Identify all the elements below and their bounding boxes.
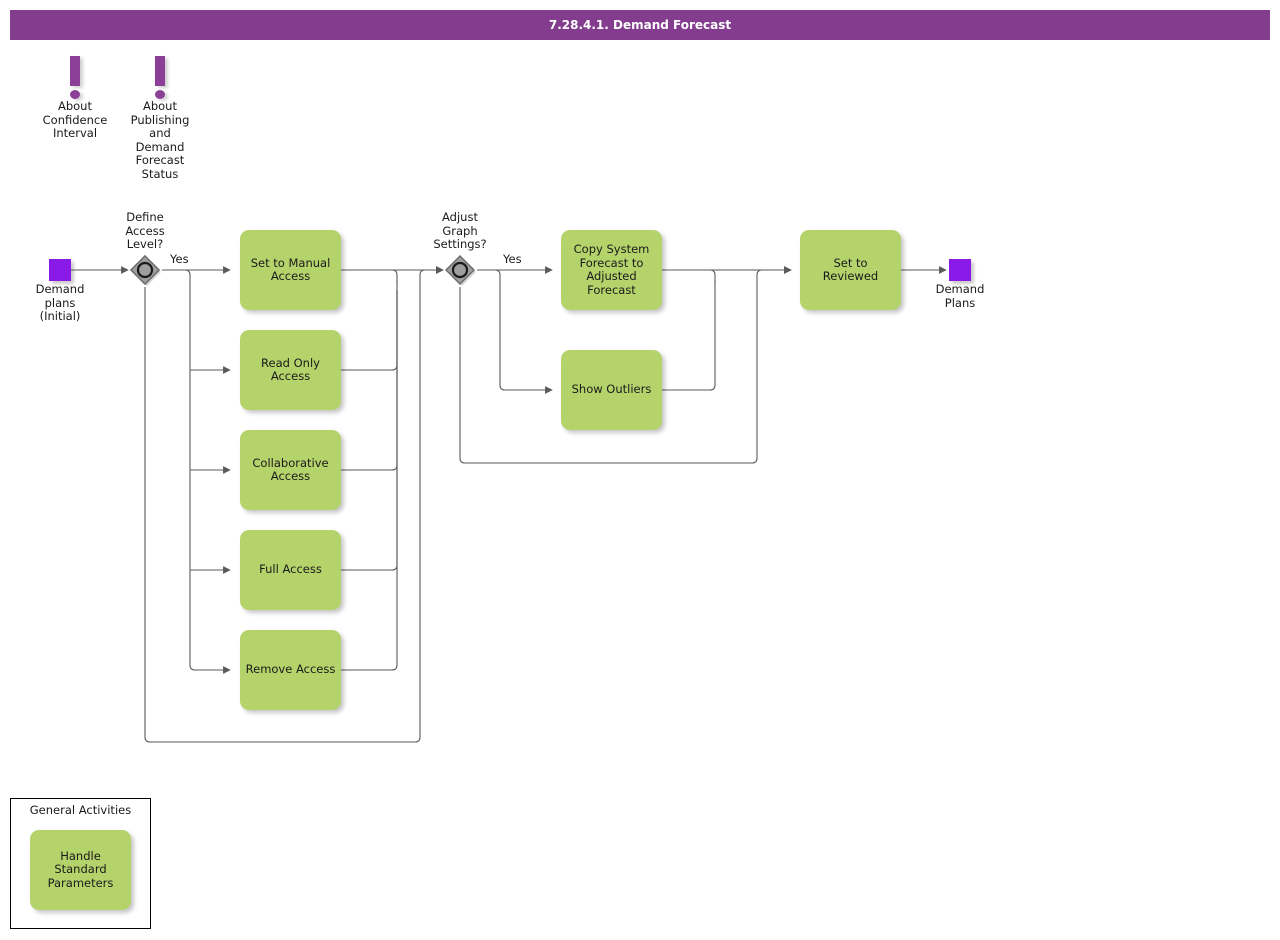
start-event-demand-plans-initial[interactable] [49, 259, 71, 281]
task-set-to-manual-access[interactable]: Set to Manual Access [240, 230, 341, 310]
page-title: 7.28.4.1. Demand Forecast [548, 18, 732, 32]
group-title: General Activities [29, 803, 132, 817]
end-event-label: Demand Plans [935, 282, 985, 310]
task-remove-access[interactable]: Remove Access [240, 630, 341, 710]
page-title-bar: 7.28.4.1. Demand Forecast [10, 10, 1270, 40]
note-about-publishing-status[interactable]: About Publishing and Demand Forecast Sta… [110, 52, 210, 181]
gateway-define-access-level[interactable] [128, 253, 162, 287]
exclamation-dot [70, 90, 80, 99]
gateway-adjust-graph-settings[interactable] [443, 253, 477, 287]
task-copy-system-forecast[interactable]: Copy System Forecast to Adjusted Forecas… [561, 230, 662, 310]
task-handle-standard-parameters[interactable]: Handle Standard Parameters [30, 830, 131, 910]
start-event-label: Demand plans (Initial) [35, 282, 85, 323]
task-show-outliers[interactable]: Show Outliers [561, 350, 662, 430]
task-collaborative-access[interactable]: Collaborative Access [240, 430, 341, 510]
gateway-adjust-graph-settings-label: Adjust Graph Settings? [433, 210, 487, 251]
exclamation-dot [155, 90, 165, 99]
gateway-define-access-level-label: Define Access Level? [125, 210, 165, 251]
diagram-canvas: 7.28.4.1. Demand Forecast About Confiden… [0, 0, 1280, 940]
exclamation-bar [155, 56, 165, 86]
end-event-demand-plans[interactable] [949, 259, 971, 281]
task-full-access[interactable]: Full Access [240, 530, 341, 610]
exclamation-bar [70, 56, 80, 86]
flow-label-yes-define-access: Yes [170, 252, 189, 266]
exclamation-note-icon [110, 52, 210, 99]
task-read-only-access[interactable]: Read Only Access [240, 330, 341, 410]
flow-label-yes-adjust-graph: Yes [503, 252, 522, 266]
note-label: About Publishing and Demand Forecast Sta… [130, 99, 190, 181]
task-set-to-reviewed[interactable]: Set to Reviewed [800, 230, 901, 310]
